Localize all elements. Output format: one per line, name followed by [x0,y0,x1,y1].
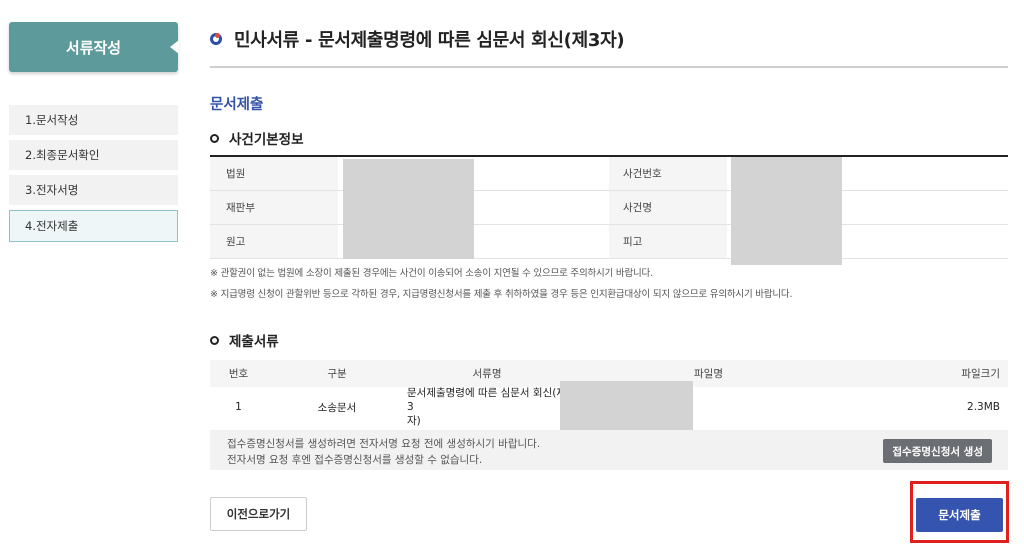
page-title: 민사서류 - 문서제출명령에 따른 심문서 회신(제3자) [234,30,625,51]
submit-highlight-box: 문서제출 [910,481,1009,543]
case-number-label: 사건번호 [609,157,727,190]
redacted-block [560,381,693,434]
division-label: 재판부 [210,191,338,224]
plaintiff-label: 원고 [210,225,338,258]
title-bullet-icon [210,33,222,45]
sidebar-item-label: 1.문서작성 [25,113,79,127]
row-number: 1 [235,401,242,413]
title-divider [210,66,1008,68]
case-info-row: 원고 ㅎ 피고 [210,225,1008,259]
page-title-row: 민사서류 - 문서제출명령에 따른 심문서 회신(제3자) [210,26,625,52]
case-name-label: 사건명 [609,191,727,224]
col-doc-name: 서류명 [472,368,502,380]
sidebar-title: 서류작성 [9,22,179,72]
section-title: 문서제출 [210,97,264,113]
sidebar-steps: 1.문서작성 2.최종문서확인 3.전자서명 4.전자제출 [9,105,178,242]
sidebar-item-write[interactable]: 1.문서작성 [9,105,178,135]
receipt-notice-box: 접수증명신청서를 생성하려면 전자서명 요청 전에 생성하시기 바랍니다. 전자… [210,430,1008,470]
col-file-name: 파일명 [694,368,723,380]
sidebar-item-e-sign[interactable]: 3.전자서명 [9,175,178,205]
create-receipt-button[interactable]: 접수증명신청서 생성 [883,439,992,463]
row-doc-name: 문서제출명령에 따른 심문서 회신(제3 자) [407,386,567,428]
sidebar-item-label: 4.전자제출 [25,219,79,233]
row-doc-name-line1: 문서제출명령에 따른 심문서 회신(제3 [407,387,567,413]
redacted-block [731,157,842,265]
case-info-table: 법원 ㅁ 사건번호 재판부 ㅈ 사건명 원고 ㅎ 피고 [210,155,1008,259]
case-info-row: 법원 ㅁ 사건번호 [210,157,1008,191]
col-number: 번호 [228,368,249,380]
row-file-size: 2.3MB [967,401,1000,413]
refund-note: ※ 지급명령 신청이 관할위반 등으로 각하된 경우, 지급명령신청서를 제출 … [210,289,793,300]
col-type: 구분 [327,368,347,380]
sidebar-item-label: 3.전자서명 [25,183,79,197]
collapse-notch-icon[interactable] [170,40,179,54]
sidebar-item-e-submit[interactable]: 4.전자제출 [9,210,178,242]
sidebar-item-final-check[interactable]: 2.최종문서확인 [9,140,178,170]
redacted-block [343,159,474,259]
case-info-heading-label: 사건기본정보 [229,132,304,148]
documents-heading-label: 제출서류 [229,334,279,350]
jurisdiction-note: ※ 관할권이 없는 법원에 소장이 제출된 경우에는 사건이 이송되어 소송이 … [210,268,653,279]
previous-button[interactable]: 이전으로가기 [210,497,307,531]
defendant-label: 피고 [609,225,727,258]
sidebar: 서류작성 1.문서작성 2.최종문서확인 3.전자서명 4.전자제출 [9,22,179,247]
row-type: 소송문서 [317,401,357,414]
court-label: 법원 [210,157,338,190]
sidebar-title-label: 서류작성 [65,38,122,57]
sidebar-item-label: 2.최종문서확인 [25,148,100,162]
documents-heading: 제출서류 [210,330,279,350]
case-info-heading: 사건기본정보 [210,128,304,148]
case-info-row: 재판부 ㅈ 사건명 [210,191,1008,225]
row-doc-name-line2: 자) [407,415,421,427]
ring-bullet-icon [210,133,219,143]
ring-bullet-icon [210,335,219,345]
col-file-size: 파일크기 [961,368,1000,380]
submit-document-button[interactable]: 문서제출 [916,498,1003,532]
